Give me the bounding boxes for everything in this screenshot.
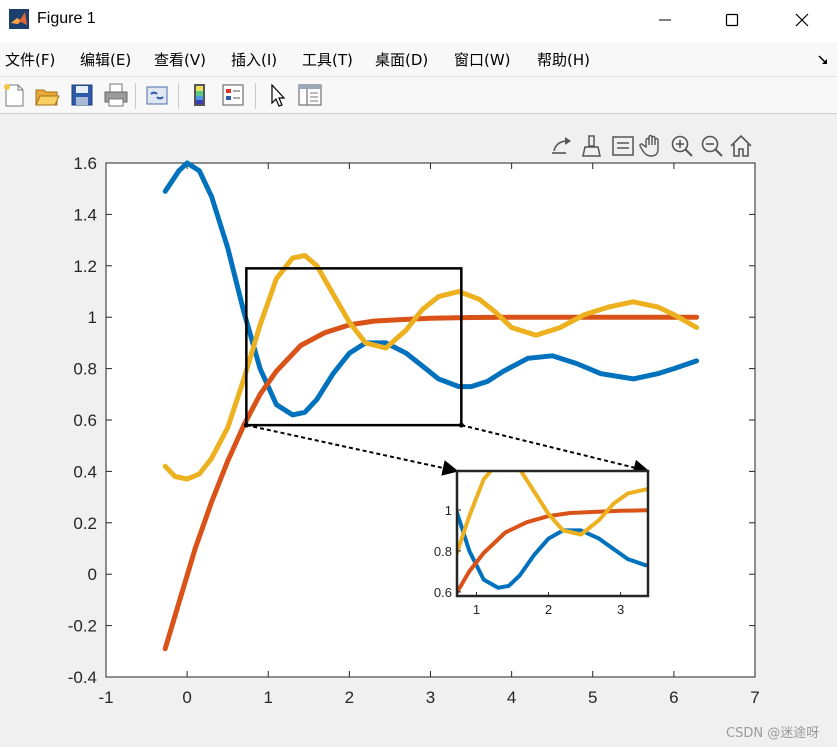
connector-anchor-left (243, 422, 249, 428)
inset-y-tick-label: 0.8 (434, 544, 452, 559)
y-tick-label: 0.4 (73, 462, 97, 481)
y-tick-label: 0 (88, 565, 97, 584)
x-tick-label: 0 (182, 688, 191, 707)
y-tick-label: -0.2 (68, 617, 97, 636)
x-tick-label: -1 (98, 688, 113, 707)
x-tick-label: 6 (669, 688, 678, 707)
x-tick-label: 2 (345, 688, 354, 707)
inset-axes-background (457, 471, 648, 596)
x-tick-label: 3 (426, 688, 435, 707)
y-tick-label: 1.4 (73, 205, 97, 224)
y-tick-label: 1.2 (73, 257, 97, 276)
y-tick-label: 0.8 (73, 360, 97, 379)
inset-y-tick-label: 0.6 (434, 585, 452, 600)
y-tick-label: 1 (88, 308, 97, 327)
x-tick-label: 4 (507, 688, 516, 707)
figure-plot: -1 0 1 2 3 4 5 6 7 -0.4 -0.2 0 0.2 0.4 0.6 0.8 1 1.2 1.4 1.… (68, 154, 760, 707)
x-tick-label: 5 (588, 688, 597, 707)
inset-x-tick-label: 3 (617, 602, 624, 617)
y-tick-label: 1.6 (73, 154, 97, 173)
inset-x-tick-label: 2 (545, 602, 552, 617)
y-tick-label: 0.6 (73, 411, 97, 430)
x-tick-label: 7 (750, 688, 759, 707)
y-tick-label: 0.2 (73, 514, 97, 533)
connector-anchor-right (458, 422, 464, 428)
x-tick-label: 1 (264, 688, 273, 707)
watermark-text: CSDN @迷途呀 (726, 726, 820, 741)
y-tick-label: -0.4 (68, 668, 97, 687)
axes-background (105, 162, 756, 678)
inset-x-tick-label: 1 (473, 602, 480, 617)
inset-y-tick-label: 1 (445, 503, 452, 518)
